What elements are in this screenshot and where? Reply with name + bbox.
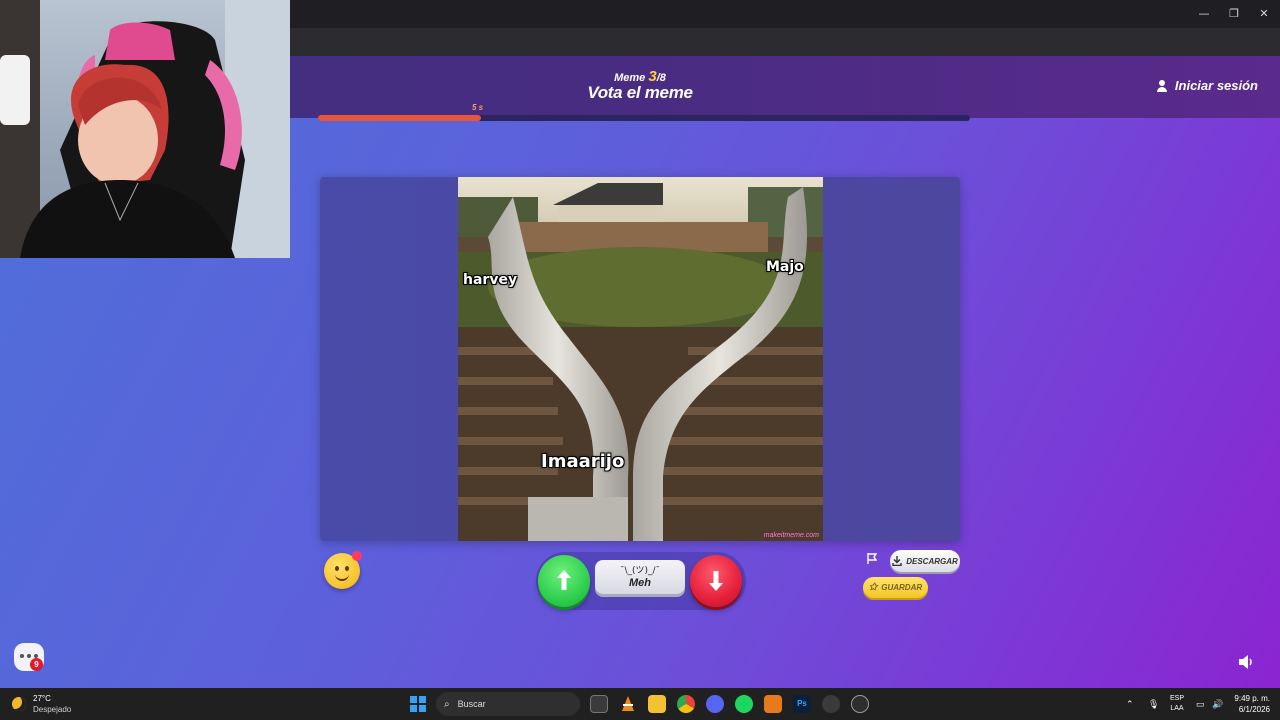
flag-icon[interactable] [867,553,877,564]
meh-label: Meh [629,577,651,589]
chrome-icon[interactable] [677,695,695,713]
network-icon[interactable]: ▭ [1196,699,1205,709]
close-window-button[interactable]: ✕ [1255,5,1273,23]
meme-watermark: makeitmeme.com [763,532,819,539]
app-orange-icon[interactable] [764,695,782,713]
meme-label-1: harvey [463,272,518,288]
meme-picture [458,177,823,541]
minimize-button[interactable]: — [1195,5,1213,23]
login-label: Iniciar sesión [1174,78,1258,93]
microphone-icon[interactable]: 🎙 [1148,699,1159,709]
meme-label-3: Imaarijo [541,451,625,472]
timer-progress-bar [318,115,970,121]
login-button[interactable]: Iniciar sesión [1156,78,1258,93]
taskbar-search[interactable]: ⌕ Buscar [436,692,580,716]
clock-date: 6/1/2026 [1238,705,1270,714]
meme-card: harvey Majo Imaarijo makeitmeme.com [320,177,960,541]
language-secondary: LAA [1170,705,1184,712]
arrow-down-icon [709,571,723,591]
discord-icon[interactable] [706,695,724,713]
weather-description: Despejado [33,705,72,714]
meme-label-2: Majo [766,259,804,275]
emoji-eye-left [335,566,339,571]
clock-time: 9:49 p. m. [1234,694,1270,703]
taskbar-clock[interactable]: 9:49 p. m. 6/1/2026 [1230,693,1270,715]
emoji-eye-right [345,566,349,571]
file-explorer-icon[interactable] [648,695,666,713]
vlc-cone [622,696,634,711]
restore-button[interactable]: ❐ [1225,5,1243,23]
obs-icon[interactable] [851,695,869,713]
speaker-icon[interactable] [1238,654,1256,670]
volume-icon[interactable]: 🔊 [1212,699,1223,709]
tray-chevron-icon[interactable]: ⌃ [1126,699,1134,709]
vote-meh-button[interactable]: ¯\_(ツ)_/¯ Meh [595,560,685,594]
heart-icon [352,551,362,561]
user-icon [1156,79,1168,92]
timer-progress-fill [318,115,481,121]
search-placeholder: Buscar [457,699,486,709]
save-label: GUARDAR [881,583,923,592]
timer-label: 5 s [472,103,484,112]
chat-unread-badge: 9 [30,658,43,671]
save-button[interactable]: ✩ GUARDAR [863,577,928,598]
photoshop-icon[interactable]: Ps [793,695,811,713]
arrow-up-icon [557,570,571,590]
download-label: DESCARGAR [906,556,958,566]
download-icon [892,556,902,566]
language-primary: ESP [1169,695,1184,702]
taskbar: 27°C Despejado ⌕ Buscar Ps ⌃ 🎙 ESP LAA ▭… [0,688,1280,720]
vote-up-button[interactable] [538,555,590,607]
reaction-emoji-button[interactable] [324,551,362,589]
app-gray-icon[interactable] [822,695,840,713]
vlc-icon[interactable] [619,695,637,713]
search-icon: ⌕ [444,698,450,710]
download-button[interactable]: DESCARGAR [890,550,960,572]
shrug-kaomoji: ¯\_(ツ)_/¯ [619,566,661,576]
meme-image: harvey Majo Imaarijo makeitmeme.com [458,177,823,541]
spotify-icon[interactable] [735,695,753,713]
task-view-icon[interactable] [590,695,608,713]
weather-temperature: 27°C [33,694,51,703]
webcam-picture [0,0,290,258]
language-indicator[interactable]: ESP LAA [1166,694,1188,714]
emoji-mouth [335,574,349,581]
vote-down-button[interactable] [690,555,742,607]
windows-start-icon[interactable] [410,696,426,712]
star-icon: ✩ [868,582,878,593]
weather-moon-icon [12,697,26,711]
webcam-overlay [0,0,290,258]
